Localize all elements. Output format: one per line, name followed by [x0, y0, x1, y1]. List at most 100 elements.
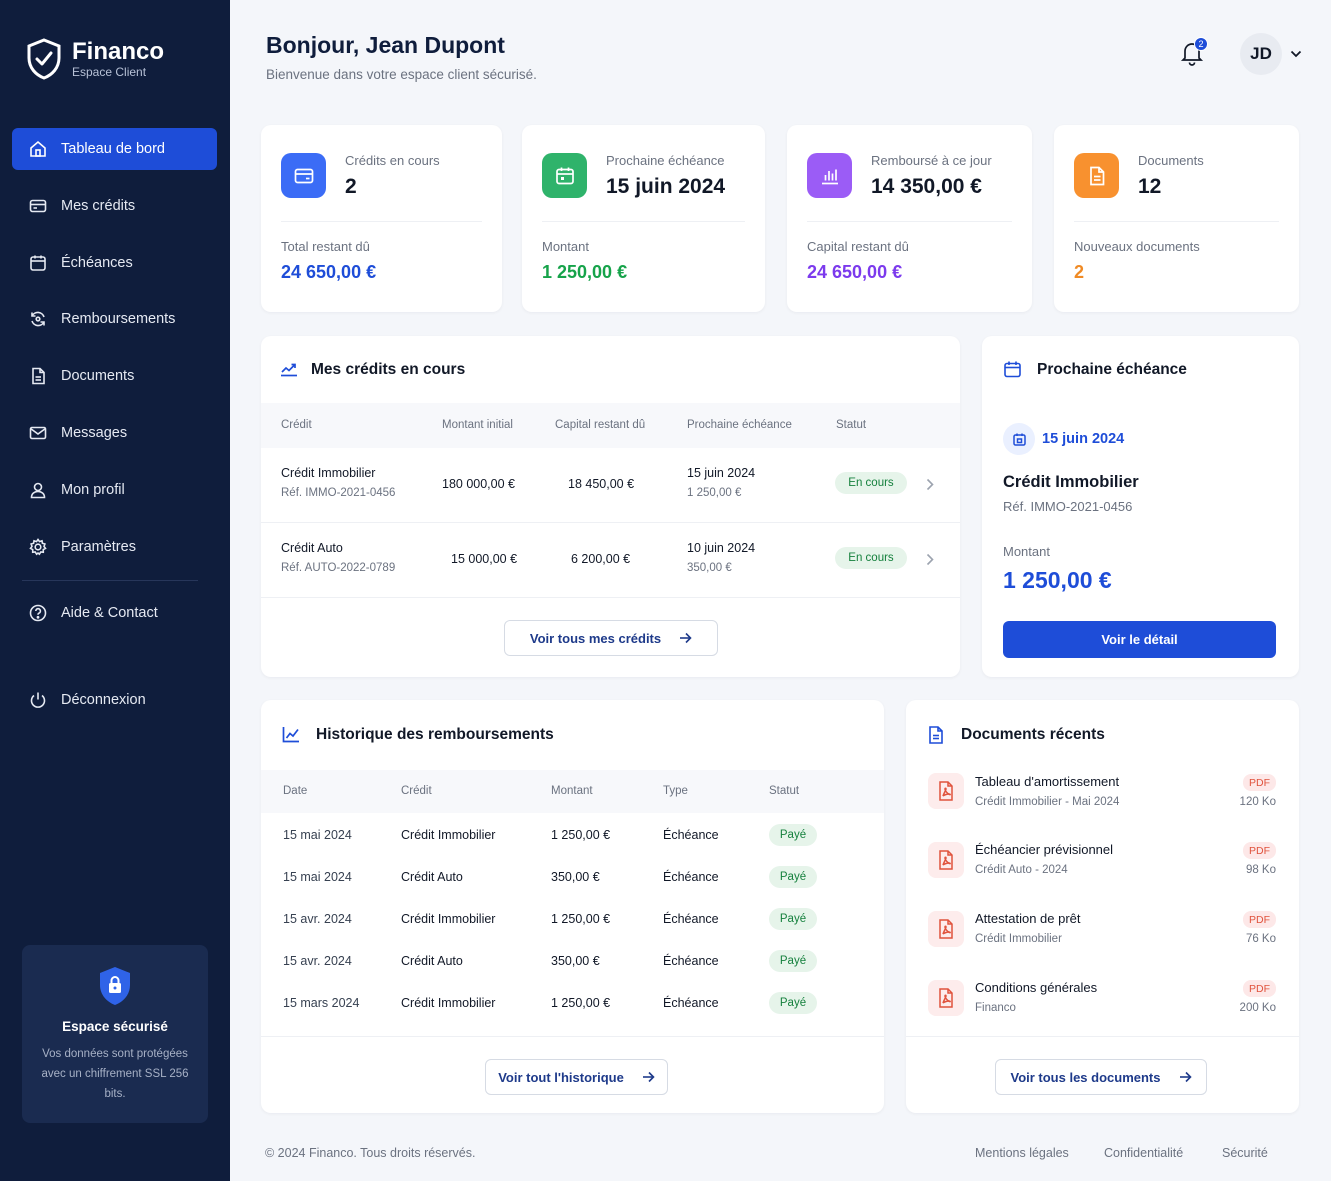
sidebar-item-profile[interactable]: Mon profil: [12, 469, 217, 511]
pdf-file-icon: [928, 980, 964, 1016]
brand-logo[interactable]: Financo Espace Client: [26, 38, 164, 80]
sidebar-item-due-dates[interactable]: Échéances: [12, 242, 217, 284]
help-icon: [28, 603, 48, 623]
stat-value: 14 350,00 €: [871, 175, 982, 198]
chevron-right-icon: [926, 478, 934, 491]
brand-subtitle: Espace Client: [72, 65, 147, 79]
sidebar-item-documents[interactable]: Documents: [12, 355, 217, 397]
view-detail-button[interactable]: Voir le détail: [1003, 621, 1276, 658]
table-row[interactable]: Crédit Auto Réf. AUTO-2022-0789 15 000,00…: [261, 523, 960, 597]
gear-icon: [28, 537, 48, 557]
notifications-button[interactable]: 2: [1180, 37, 1208, 70]
notification-badge: 2: [1194, 37, 1208, 51]
document-name: Échéancier prévisionnel: [975, 842, 1114, 857]
footer-link-legal[interactable]: Mentions légales: [975, 1146, 1069, 1160]
next-due-date: 15 juin 2024: [1042, 431, 1125, 447]
row-divider: [261, 597, 960, 598]
history-credit: Crédit Auto: [401, 954, 463, 968]
page-subtitle: Bienvenue dans votre espace client sécur…: [266, 67, 537, 82]
next-due-amount-label: Montant: [1003, 544, 1050, 559]
stat-subvalue: 24 650,00 €: [281, 262, 377, 282]
credit-name: Crédit Immobilier Réf. IMMO-2021-0456: [281, 466, 396, 499]
sidebar-item-logout[interactable]: Déconnexion: [12, 679, 217, 721]
remaining-capital: 6 200,00 €: [571, 552, 631, 566]
view-all-credits-button[interactable]: Voir tous mes crédits: [504, 620, 718, 656]
view-all-history-button[interactable]: Voir tout l'historique: [485, 1059, 668, 1095]
table-row[interactable]: Crédit Immobilier Réf. IMMO-2021-0456 180…: [261, 448, 960, 522]
document-name: Conditions générales: [975, 980, 1098, 995]
document-name: Tableau d'amortissement: [975, 774, 1120, 789]
footer-link-security[interactable]: Sécurité: [1222, 1146, 1268, 1160]
stat-value: 15 juin 2024: [606, 175, 726, 198]
arrow-right-icon: [1161, 1071, 1192, 1083]
credit-ref: Réf. IMMO-2021-0456: [281, 487, 396, 499]
secure-title: Espace sécurisé: [62, 1019, 168, 1034]
status-badge: Payé: [769, 950, 817, 972]
history-credit: Crédit Auto: [401, 870, 463, 884]
card-icon: [28, 196, 48, 216]
stat-sublabel: Capital restant dû: [807, 239, 909, 254]
next-due-amount: 1 250,00 €: [687, 487, 742, 499]
credits-panel: Mes crédits en cours Crédit Montant init…: [261, 336, 960, 677]
calendar-icon: [1003, 360, 1022, 379]
stat-sublabel: Total restant dû: [281, 239, 370, 254]
sidebar-item-help[interactable]: Aide & Contact: [12, 592, 217, 634]
sidebar-item-messages[interactable]: Messages: [12, 412, 217, 454]
sidebar-divider: [22, 580, 198, 581]
chevron-down-icon: [1290, 50, 1302, 58]
sidebar-item-dashboard[interactable]: Tableau de bord: [12, 128, 217, 170]
sidebar-item-credits[interactable]: Mes crédits: [12, 185, 217, 227]
initial-amount: 15 000,00 €: [451, 552, 518, 566]
history-amount: 1 250,00 €: [551, 996, 611, 1010]
row-divider: [906, 1036, 1299, 1037]
footer-link-privacy[interactable]: Confidentialité: [1104, 1146, 1183, 1160]
file-size: 120 Ko: [1239, 796, 1276, 808]
column-header: Date: [283, 785, 308, 797]
stat-label: Crédits en cours: [345, 153, 440, 168]
column-header: Montant: [551, 785, 593, 797]
button-label: Voir le détail: [1101, 632, 1178, 647]
mail-icon: [28, 423, 48, 443]
document-item[interactable]: Échéancier prévisionnel Crédit Auto - 20…: [906, 839, 1299, 899]
user-menu[interactable]: JD: [1240, 33, 1302, 75]
stat-card-credits: Crédits en cours 2 Total restant dû 24 6…: [261, 125, 502, 312]
sidebar-item-label: Mon profil: [61, 481, 125, 498]
document-item[interactable]: Attestation de prêt Crédit Immobilier PD…: [906, 908, 1299, 968]
next-due-amount: 350,00 €: [687, 562, 732, 574]
status-badge: En cours: [835, 472, 907, 494]
column-header: Crédit: [401, 785, 432, 797]
table-row: 15 avr. 2024 Crédit Auto 350,00 € Échéan…: [261, 940, 884, 982]
next-due-amount: 1 250,00 €: [1003, 567, 1112, 593]
remaining-capital: 18 450,00 €: [568, 477, 635, 491]
next-due-credit: Crédit Immobilier: [1003, 473, 1139, 491]
file-size: 200 Ko: [1239, 1002, 1276, 1014]
document-item[interactable]: Conditions générales Financo PDF 200 Ko: [906, 977, 1299, 1037]
status-badge: Payé: [769, 866, 817, 888]
table-header: Date Crédit Montant Type Statut: [261, 770, 884, 813]
sidebar-item-label: Tableau de bord: [61, 141, 165, 157]
button-label: Voir tous les documents: [1010, 1069, 1161, 1085]
refresh-icon: [28, 309, 48, 329]
date-chip-icon: [1003, 423, 1035, 455]
sidebar-nav: Tableau de bord Mes crédits Échéances Re…: [12, 128, 217, 582]
sidebar-item-repayments[interactable]: Remboursements: [12, 298, 217, 340]
view-all-documents-button[interactable]: Voir tous les documents: [995, 1059, 1207, 1095]
document-subtitle: Financo: [975, 1002, 1016, 1014]
calendar-icon: [542, 153, 587, 198]
column-header: Type: [663, 785, 688, 797]
sidebar-item-settings[interactable]: Paramètres: [12, 526, 217, 568]
next-due: 10 juin 2024 350,00 €: [687, 541, 756, 574]
history-date: 15 avr. 2024: [283, 954, 352, 968]
lock-shield-icon: [97, 965, 133, 1007]
shield-logo-icon: [26, 38, 62, 80]
history-amount: 1 250,00 €: [551, 912, 611, 926]
document-subtitle: Crédit Auto - 2024: [975, 864, 1068, 876]
sidebar-item-label: Mes crédits: [61, 197, 136, 214]
table-header: Crédit Montant initial Capital restant d…: [261, 403, 960, 448]
column-header: Crédit: [281, 419, 312, 431]
history-amount: 1 250,00 €: [551, 828, 611, 842]
next-due: 15 juin 2024 1 250,00 €: [687, 466, 756, 499]
history-type: Échéance: [663, 870, 719, 884]
document-item[interactable]: Tableau d'amortissement Crédit Immobilie…: [906, 770, 1299, 830]
document-name: Attestation de prêt: [975, 911, 1081, 926]
